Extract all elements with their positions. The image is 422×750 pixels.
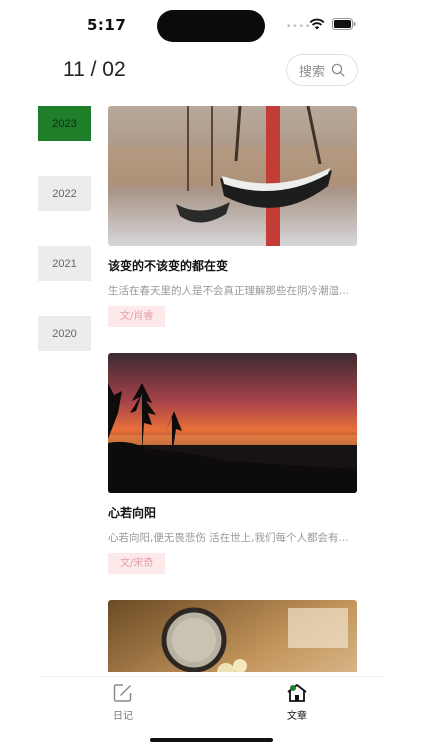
- article-card[interactable]: 心若向阳 心若向阳,便无畏悲伤 活在世上,我们每个人都会有... 文/宋奇: [108, 353, 358, 574]
- year-item-2021[interactable]: 2021: [38, 246, 91, 281]
- year-item-2020[interactable]: 2020: [38, 316, 91, 351]
- home-icon: [287, 684, 307, 702]
- flowers-magnifier-photo[interactable]: [108, 600, 357, 672]
- article-title[interactable]: 该变的不该变的都在变: [108, 257, 358, 274]
- search-icon: [331, 63, 345, 77]
- year-item-2023[interactable]: 2023: [38, 106, 91, 141]
- search-label: 搜索: [298, 64, 325, 80]
- status-bar: 5:17 ••••: [0, 0, 422, 52]
- tab-article-label: 文章: [287, 711, 307, 722]
- tab-article[interactable]: 文章: [267, 683, 327, 722]
- battery-icon: [332, 18, 356, 30]
- tab-bar: 日记 文章: [38, 676, 384, 727]
- dynamic-island: [157, 10, 265, 42]
- tab-diary[interactable]: 日记: [93, 683, 153, 722]
- status-time: 5:17: [87, 16, 127, 34]
- home-indicator: [150, 738, 273, 742]
- article-card[interactable]: 该变的不该变的都在变 生活在春天里的人是不会真正理解那些在阴冷潮湿... 文/肖…: [108, 106, 358, 327]
- current-date: 11 / 02: [63, 58, 126, 81]
- article-title[interactable]: 心若向阳: [108, 504, 358, 521]
- sunset-lake-photo[interactable]: [108, 353, 357, 493]
- article-excerpt: 心若向阳,便无畏悲伤 活在世上,我们每个人都会有...: [108, 532, 349, 544]
- author-tag: 文/宋奇: [108, 553, 166, 574]
- author-tag: 文/肖睿: [108, 306, 166, 327]
- article-card[interactable]: [108, 600, 358, 672]
- article-excerpt: 生活在春天里的人是不会真正理解那些在阴冷潮湿...: [108, 285, 350, 297]
- edit-icon: [113, 684, 132, 702]
- tab-diary-label: 日记: [113, 711, 133, 722]
- article-feed[interactable]: 该变的不该变的都在变 生活在春天里的人是不会真正理解那些在阴冷潮湿... 文/肖…: [108, 106, 358, 672]
- wifi-icon: [309, 18, 325, 30]
- swings-photo[interactable]: [108, 106, 357, 246]
- search-button[interactable]: 搜索: [286, 54, 358, 86]
- year-item-2022[interactable]: 2022: [38, 176, 91, 211]
- year-list: 2023 2022 2021 2020: [38, 106, 91, 386]
- cellular-signal-icon: ••••: [286, 22, 312, 32]
